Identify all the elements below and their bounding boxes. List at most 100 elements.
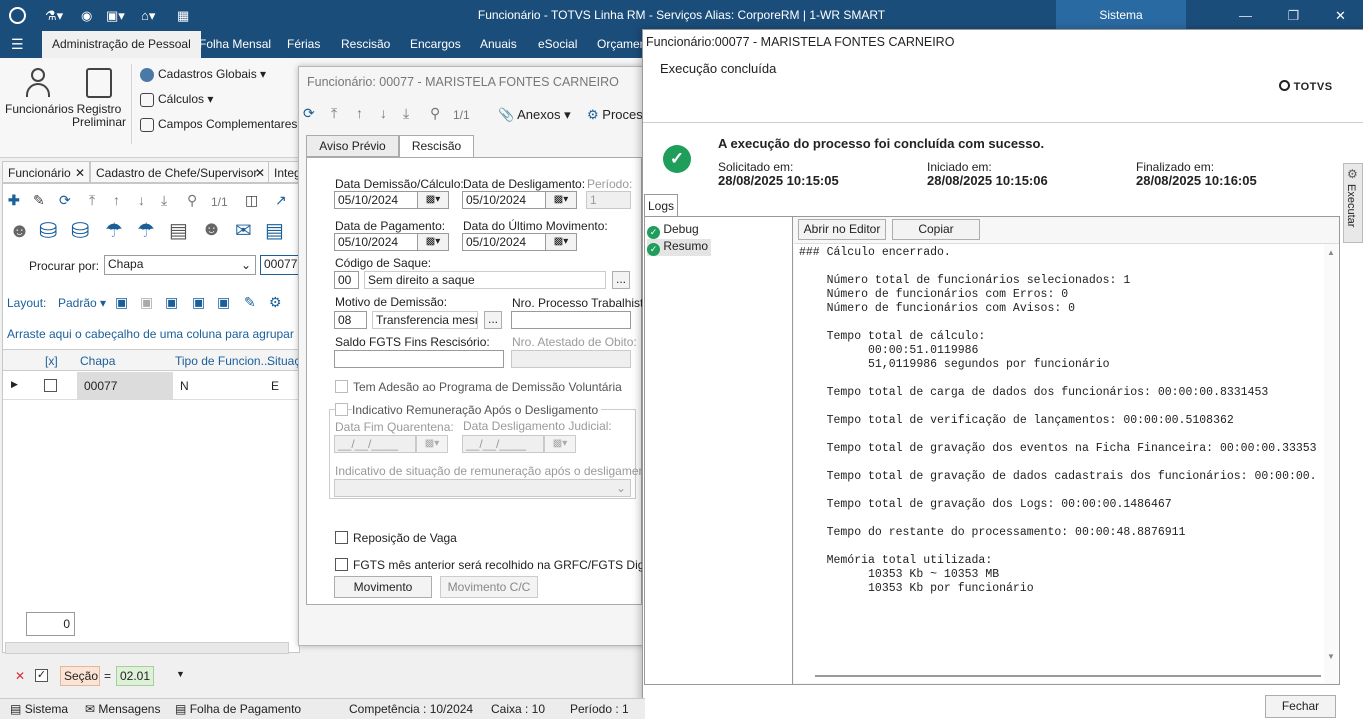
home-icon[interactable]: ⌂▾ (141, 7, 155, 24)
database-add-icon[interactable]: ⛁ (71, 218, 89, 244)
status-sistema[interactable]: ▤ Sistema (10, 699, 68, 719)
menu-item-encargos[interactable]: Encargos (410, 31, 461, 58)
executar-side-tab[interactable]: ⚙ Executar (1343, 163, 1363, 243)
brush-icon[interactable]: ✎ (244, 294, 256, 311)
export-icon[interactable]: ↗ (275, 192, 287, 209)
col-check[interactable]: [x] (45, 354, 58, 368)
calendar-icon[interactable]: ▩▾ (417, 191, 449, 209)
last-icon[interactable]: ⤓ (403, 105, 409, 122)
umbrella-config-icon[interactable]: ☂ (137, 218, 155, 243)
motivo-lookup-button[interactable]: ... (484, 311, 502, 329)
horizontal-scrollbar[interactable] (5, 642, 289, 654)
layout-delete-icon[interactable]: ▣ (140, 294, 153, 311)
first-icon[interactable]: ⤒ (89, 192, 95, 209)
indicativo-checkbox[interactable] (335, 403, 348, 416)
card-icon[interactable]: ▤ (265, 218, 284, 243)
tab-logs[interactable]: Logs (644, 194, 678, 217)
user-delete-icon[interactable]: ☻ (201, 218, 222, 241)
row-expand-icon[interactable]: ▶ (11, 379, 18, 390)
tab-rescisao[interactable]: Rescisão (399, 135, 474, 158)
log-scrollbar[interactable]: ▲ ▼ (1324, 244, 1338, 683)
first-icon[interactable]: ⤒ (331, 105, 337, 122)
list-item[interactable]: ✓ Resumo (647, 239, 712, 256)
reposicao-checkbox[interactable] (335, 531, 348, 544)
filter-field[interactable]: Seção (60, 666, 100, 686)
refresh-icon[interactable]: ⟳ (303, 105, 315, 122)
search-icon[interactable]: ⚲ (187, 192, 197, 209)
col-tipo[interactable]: Tipo de Funcion... (175, 354, 271, 368)
movimento-button[interactable]: Movimento (334, 576, 432, 598)
columns-icon[interactable]: ◫ (245, 192, 258, 209)
ultimo-mov-input[interactable]: 05/10/2024 (462, 233, 550, 251)
close-button[interactable]: Fechar (1265, 695, 1336, 718)
saldo-fgts-input[interactable] (334, 350, 504, 368)
search-icon[interactable]: ⚲ (430, 105, 440, 122)
menu-item-administracao[interactable]: Administração de Pessoal (42, 31, 201, 58)
restore-icon[interactable]: ❐ (1271, 0, 1316, 31)
motivo-code-input[interactable]: 08 (334, 311, 367, 329)
close-window-icon[interactable]: ✕ (1318, 0, 1363, 31)
eye-icon[interactable]: ◉ (81, 7, 92, 24)
prev-icon[interactable]: ↑ (356, 105, 363, 121)
database-icon[interactable]: ⛁ (39, 218, 57, 244)
layout-save-icon[interactable]: ▣ (165, 294, 178, 311)
menu-item-esocial[interactable]: eSocial (538, 31, 577, 58)
layout-new-icon[interactable]: ▣ (115, 294, 128, 311)
next-icon[interactable]: ↓ (380, 105, 387, 121)
document-icon[interactable]: ▤ (169, 218, 188, 243)
calendar-icon[interactable]: ▩▾ (545, 233, 577, 251)
campos-complementares-button[interactable]: Campos Complementares ▾ (140, 114, 307, 134)
user-remove-icon[interactable]: ☻ (9, 220, 30, 243)
clear-filter-icon[interactable]: ✕ (15, 669, 25, 683)
edit-icon[interactable]: ✎ (33, 192, 45, 209)
calendar-icon[interactable]: ▩▾ (545, 191, 577, 209)
filter-dropdown-icon[interactable]: ▼ (176, 669, 185, 679)
saque-lookup-button[interactable]: ... (612, 271, 630, 289)
status-mensagens[interactable]: ✉ Mensagens (85, 699, 160, 719)
users-icon[interactable]: ⚗▾ (45, 7, 63, 24)
add-icon[interactable]: ✚ (8, 192, 20, 209)
system-tab[interactable]: Sistema (1056, 0, 1186, 31)
attachments-button[interactable]: 📎 Anexos ▾ (498, 107, 571, 123)
open-editor-button[interactable]: Abrir no Editor (798, 219, 886, 240)
registro-preliminar-button[interactable]: Registro Preliminar (70, 68, 128, 129)
layout-import-icon[interactable]: ▣ (192, 294, 205, 311)
app-menu-icon[interactable]: ☰ (11, 37, 25, 51)
refresh-icon[interactable]: ⟳ (59, 192, 71, 209)
log-hscrollbar[interactable] (815, 675, 1321, 677)
tab-funcionario[interactable]: Funcionário ✕ (2, 161, 90, 183)
umbrella-icon[interactable]: ☂ (105, 218, 123, 243)
tab-chefe-supervisor[interactable]: Cadastro de Chefe/Supervisor ✕ (90, 161, 270, 183)
grid-icon[interactable]: ▦ (177, 7, 189, 24)
filter-enabled-checkbox[interactable]: ✓ (35, 669, 48, 682)
window-icon[interactable]: ▣▾ (106, 7, 125, 24)
fgts-mes-checkbox[interactable] (335, 558, 348, 571)
close-tab-icon[interactable]: ✕ (75, 162, 85, 182)
desligamento-input[interactable]: 05/10/2024 (462, 191, 550, 209)
next-icon[interactable]: ↓ (138, 192, 145, 208)
row-checkbox[interactable] (44, 379, 57, 392)
table-row[interactable]: ▶ 00077 N E (3, 372, 299, 400)
calculos-button[interactable]: Cálculos ▾ (140, 89, 213, 109)
demissao-input[interactable]: 05/10/2024 (334, 191, 422, 209)
tab-aviso-previo[interactable]: Aviso Prévio (306, 135, 399, 157)
layout-export-icon[interactable]: ▣ (217, 294, 230, 311)
last-icon[interactable]: ⤓ (161, 192, 167, 209)
copy-button[interactable]: Copiar (892, 219, 980, 240)
minimize-icon[interactable]: — (1223, 0, 1268, 31)
calendar-icon[interactable]: ▩▾ (417, 233, 449, 251)
adesao-checkbox[interactable] (335, 380, 348, 393)
search-field-select[interactable]: Chapa ⌄ (104, 255, 256, 275)
status-folha[interactable]: ▤ Folha de Pagamento (175, 699, 301, 719)
search-input[interactable]: 00077 (260, 255, 301, 275)
menu-item-rescisao[interactable]: Rescisão (341, 31, 390, 58)
col-situacao[interactable]: Situaç (267, 354, 300, 368)
funcionarios-button[interactable]: Funcionários (5, 68, 74, 116)
col-chapa[interactable]: Chapa (80, 354, 115, 368)
process-button[interactable]: ⚙ Proces (587, 107, 643, 123)
cadastros-globais-button[interactable]: Cadastros Globais ▾ (140, 64, 266, 84)
scroll-up-icon[interactable]: ▲ (1327, 248, 1335, 257)
pagamento-input[interactable]: 05/10/2024 (334, 233, 422, 251)
layout-dropdown[interactable]: Padrão ▾ (58, 296, 106, 310)
menu-item-anuais[interactable]: Anuais (480, 31, 517, 58)
